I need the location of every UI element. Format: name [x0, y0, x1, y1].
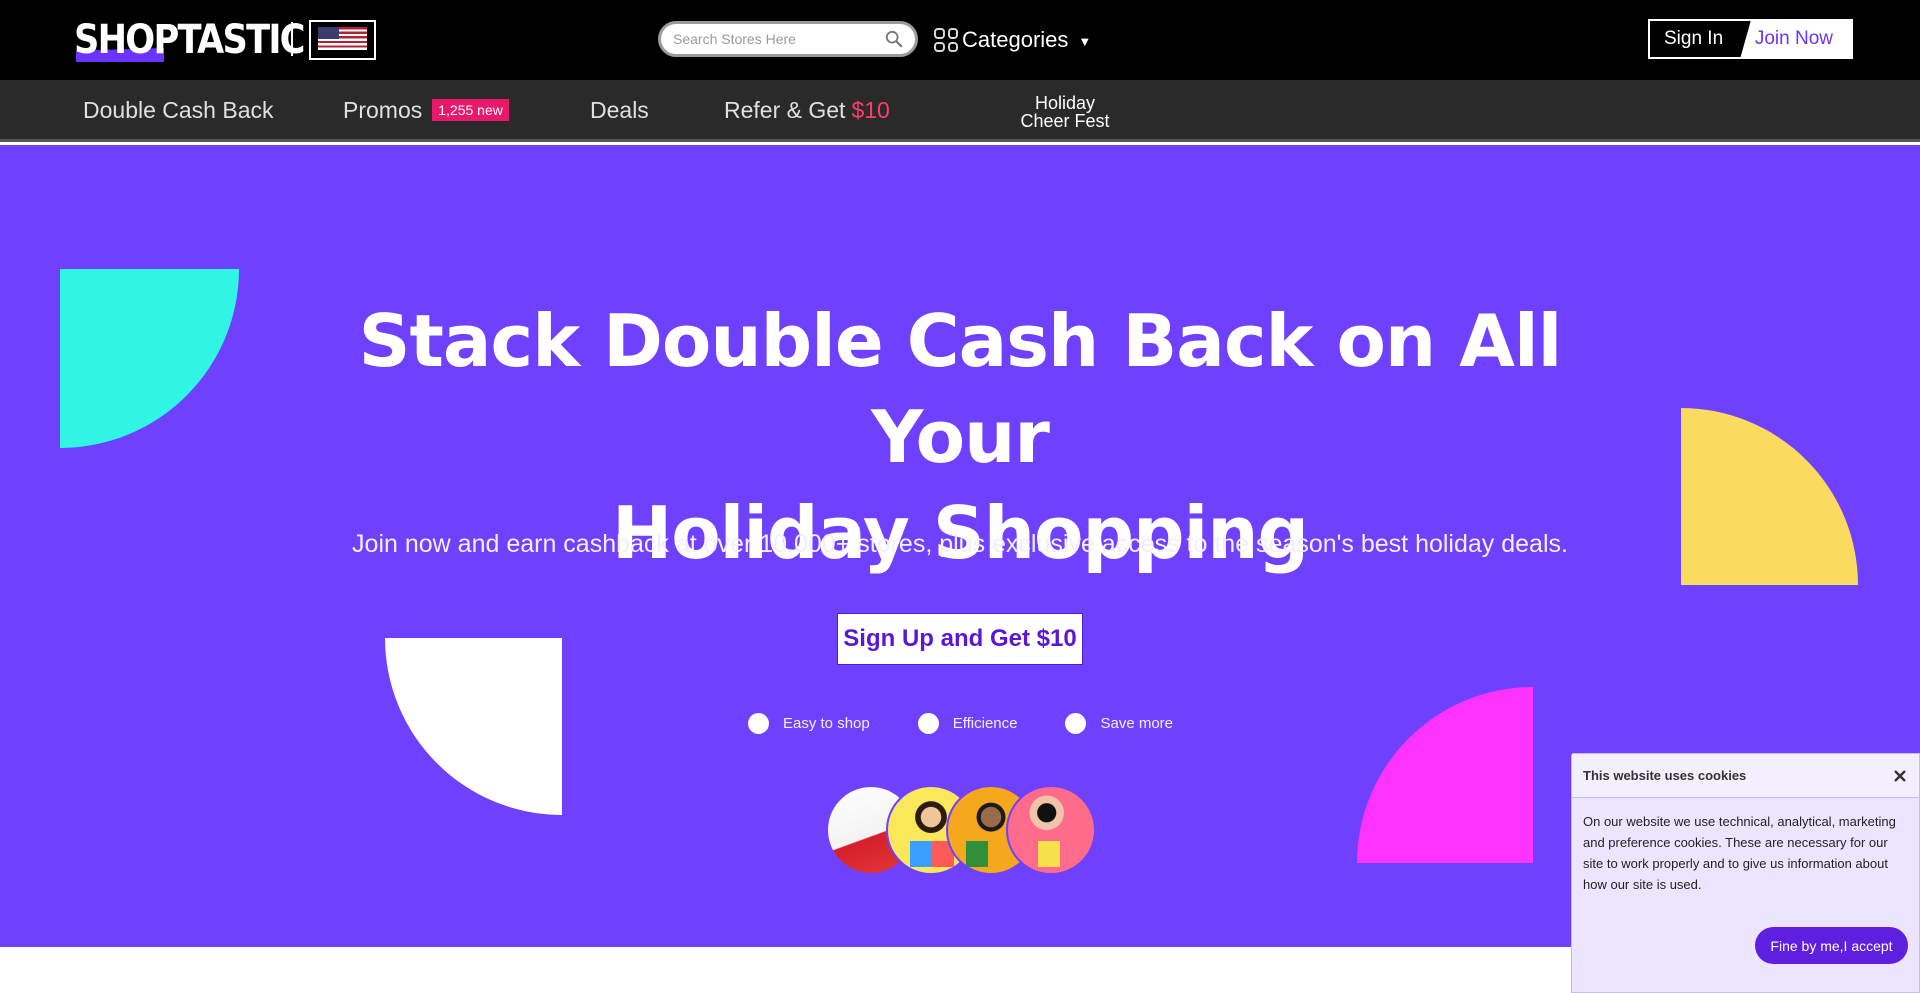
cookie-title: This website uses cookies	[1583, 768, 1747, 783]
holiday-line-1: Holiday	[1034, 93, 1096, 113]
categories-label: Categories	[962, 27, 1069, 52]
decorative-quarter-circle-cyan	[60, 269, 239, 448]
feature-item: Efficience	[917, 713, 1018, 734]
dot-icon	[1065, 713, 1087, 734]
close-icon[interactable]	[1892, 768, 1908, 784]
nav-label: Promos	[343, 96, 423, 123]
feature-label: Save more	[1100, 715, 1174, 732]
nav-promos[interactable]: Promos 1,255 new	[343, 80, 509, 140]
nav-label: Deals	[590, 96, 649, 123]
cookie-body: On our website we use technical, analyti…	[1583, 814, 1896, 892]
hero-subtitle: Join now and earn cashback at over 10,00…	[352, 530, 1568, 558]
nav-refer-and-get[interactable]: Refer & Get $10	[724, 80, 890, 140]
feature-item: Easy to shop	[748, 713, 870, 734]
shopper-photo	[1006, 785, 1096, 875]
cookie-header: This website uses cookies	[1572, 754, 1919, 798]
feature-item: Save more	[1065, 713, 1173, 734]
shopper-avatars	[826, 785, 1096, 875]
top-bar: SHOPTASTIC Categories ▼ Sign In Join Now	[0, 0, 1920, 80]
holiday-line-2: Cheer Fest	[1020, 111, 1110, 131]
shopping-bag-icon	[1038, 841, 1060, 867]
sign-up-button[interactable]: Sign Up and Get $10	[837, 613, 1083, 665]
decorative-quarter-circle-white	[385, 638, 562, 815]
nav-holiday-cheer-fest[interactable]: Holiday Cheer Fest	[1010, 94, 1120, 130]
hero-title-line-1: Stack Double Cash Back on All Your	[358, 299, 1563, 479]
store-search	[658, 21, 918, 57]
search-icon[interactable]	[885, 30, 903, 48]
search-input[interactable]	[673, 31, 885, 47]
accept-cookies-button[interactable]: Fine by me,I accept	[1755, 927, 1908, 964]
join-now-button[interactable]: Join Now	[1740, 19, 1853, 59]
feature-label: Efficience	[952, 715, 1018, 732]
auth-buttons: Sign In Join Now	[1648, 19, 1853, 59]
nav-double-cash-back[interactable]: Double Cash Back	[83, 80, 274, 140]
dot-icon	[748, 713, 769, 734]
refer-amount: $10	[851, 96, 890, 123]
promos-new-badge: 1,255 new	[432, 99, 509, 121]
decorative-quarter-circle-yellow	[1681, 408, 1858, 585]
shopping-bag-icon	[966, 841, 988, 867]
grid-icon	[934, 28, 958, 52]
main-nav: Double Cash Back Promos 1,255 new Deals …	[0, 80, 1920, 142]
nav-label: Refer & Get	[724, 96, 846, 123]
categories-dropdown[interactable]: Categories ▼	[934, 24, 1091, 56]
dot-icon	[917, 713, 939, 734]
shopping-bag-icon	[910, 841, 932, 867]
sign-in-button[interactable]: Sign In	[1648, 19, 1758, 59]
logo-text: SHOPTASTIC	[74, 17, 306, 63]
feature-list: Easy to shop Efficience Save more	[748, 713, 1221, 734]
shoptastic-logo[interactable]: SHOPTASTIC	[74, 16, 335, 62]
feature-label: Easy to shop	[783, 715, 870, 732]
us-flag-icon[interactable]	[309, 20, 376, 60]
nav-label: Double Cash Back	[83, 96, 274, 123]
decorative-quarter-circle-magenta	[1357, 687, 1533, 863]
caret-down-icon: ▼	[1078, 34, 1092, 49]
nav-deals[interactable]: Deals	[590, 80, 649, 140]
cookie-consent-panel: This website uses cookies On our website…	[1571, 753, 1920, 993]
